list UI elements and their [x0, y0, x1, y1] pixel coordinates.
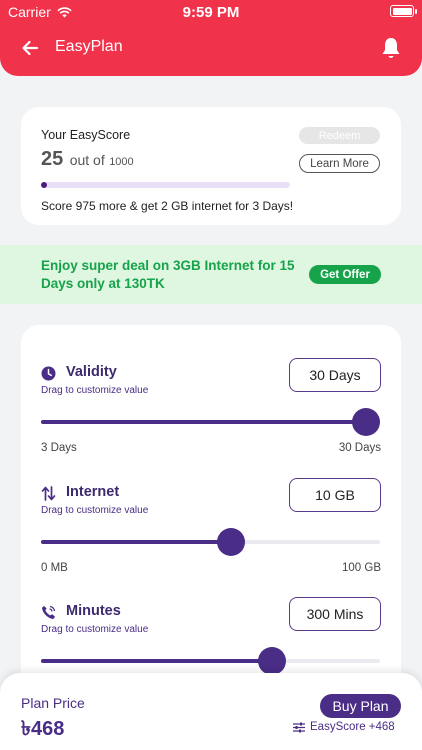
- app-header: Carrier 9:59 PM EasyPlan: [0, 0, 422, 76]
- easyscore-bonus: EasyScore +468: [293, 721, 395, 733]
- validity-slider-handle[interactable]: [352, 408, 381, 436]
- minutes-hint: Drag to customize value: [41, 624, 149, 635]
- validity-max-label: 30 Days: [338, 442, 381, 454]
- validity-min-label: 3 Days: [41, 442, 77, 454]
- internet-min-label: 0 MB: [41, 562, 68, 574]
- easyscore-note: Score 975 more & get 2 GB internet for 3…: [41, 199, 294, 213]
- internet-value-box[interactable]: 10 GB: [289, 478, 381, 512]
- easyscore-card: Your EasyScore 25 out of 1000 Redeem Lea…: [21, 107, 401, 225]
- battery-icon: [390, 5, 417, 17]
- validity-hint: Drag to customize value: [41, 385, 149, 396]
- easyscore-progress-fill: [41, 182, 48, 188]
- sliders-icon: [293, 722, 305, 732]
- internet-hint: Drag to customize value: [41, 505, 149, 516]
- clock-icon: [41, 366, 56, 381]
- plan-price-value: ৳468: [21, 718, 65, 740]
- validity-slider-fill: [41, 420, 367, 424]
- easyscore-value-line: 25 out of 1000: [41, 148, 134, 171]
- internet-slider[interactable]: [41, 528, 380, 556]
- internet-slider-fill: [41, 540, 231, 544]
- buy-plan-button[interactable]: Buy Plan: [320, 694, 401, 718]
- validity-value-box[interactable]: 30 Days: [289, 358, 381, 392]
- easyscore-heading: Your EasyScore: [41, 128, 131, 142]
- validity-customizer: Validity Drag to customize value 30 Days…: [21, 358, 401, 478]
- internet-max-label: 100 GB: [342, 562, 381, 574]
- minutes-slider-fill: [41, 659, 272, 663]
- back-arrow-icon[interactable]: [20, 38, 40, 58]
- minutes-value-box[interactable]: 300 Mins: [289, 597, 381, 631]
- easyscore-progress-bar: [41, 182, 290, 188]
- redeem-button[interactable]: Redeem: [299, 127, 380, 144]
- minutes-slider-handle[interactable]: [257, 647, 286, 675]
- get-offer-button[interactable]: Get Offer: [309, 265, 381, 284]
- plan-price-bar: Plan Price ৳468 Buy Plan EasyScore +468: [0, 673, 422, 750]
- page-title: EasyPlan: [55, 38, 123, 55]
- internet-slider-handle[interactable]: [216, 528, 245, 556]
- internet-title: Internet: [66, 484, 120, 500]
- easyscore-max: 1000: [109, 156, 134, 168]
- validity-slider[interactable]: [41, 408, 381, 436]
- app-bar: EasyPlan: [0, 32, 422, 64]
- internet-customizer: Internet Drag to customize value 10 GB 0…: [21, 478, 401, 598]
- plan-price-label: Plan Price: [21, 695, 85, 711]
- minutes-slider[interactable]: [41, 647, 380, 675]
- plan-customizer-card: Validity Drag to customize value 30 Days…: [21, 325, 401, 705]
- up-down-arrows-icon: [41, 486, 56, 501]
- learn-more-button[interactable]: Learn More: [299, 154, 380, 173]
- minutes-title: Minutes: [66, 603, 121, 619]
- easyscore-out-of: out of: [69, 152, 105, 168]
- status-bar: Carrier 9:59 PM: [0, 0, 422, 22]
- offer-banner: Enjoy super deal on 3GB Internet for 15 …: [0, 245, 422, 304]
- validity-title: Validity: [66, 364, 117, 380]
- bell-icon[interactable]: [380, 36, 402, 60]
- easyscore-bonus-text: EasyScore +468: [310, 721, 395, 733]
- status-time: 9:59 PM: [182, 4, 240, 21]
- phone-icon: [42, 605, 56, 619]
- easyscore-value: 25: [41, 148, 64, 170]
- offer-text: Enjoy super deal on 3GB Internet for 15 …: [41, 258, 295, 291]
